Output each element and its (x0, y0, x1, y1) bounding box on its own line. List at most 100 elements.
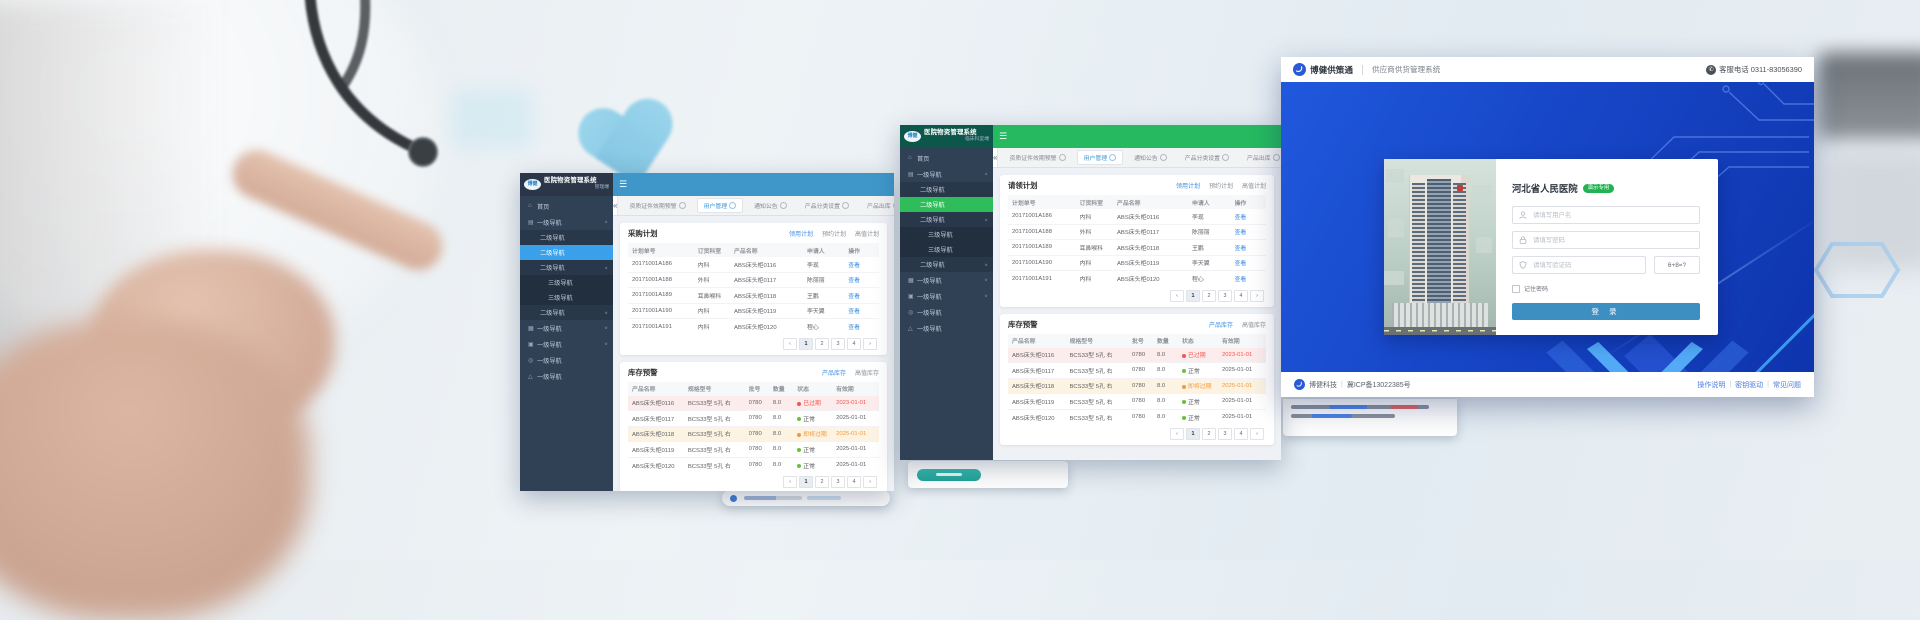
page-button[interactable]: 1 (1186, 290, 1200, 302)
sidebar-item[interactable]: ▤ 一级导航 ∧ (520, 214, 613, 230)
sidebar-item[interactable]: ▦ 一级导航 ∨ (520, 320, 613, 336)
view-link[interactable]: 查看 (848, 291, 875, 300)
captcha-question[interactable]: 6+8=? (1654, 256, 1700, 274)
view-link[interactable]: 查看 (1235, 243, 1263, 252)
footer-link[interactable]: 操作说明 (1697, 380, 1725, 390)
page-button[interactable]: 3 (831, 338, 845, 350)
sidebar-item[interactable]: △ 一级导航 (520, 368, 613, 384)
prev-page-button[interactable]: ‹ (1170, 428, 1184, 440)
plan-type-link[interactable]: 预约计划 (822, 229, 846, 238)
page-button[interactable]: 4 (1234, 428, 1248, 440)
next-page-button[interactable]: › (863, 476, 877, 488)
sidebar-item[interactable]: ▣ 一级导航 ∨ (900, 288, 993, 304)
tab[interactable]: 用户管理 (697, 198, 744, 213)
menu-toggle-icon[interactable]: ☰ (619, 180, 627, 189)
checkbox-icon[interactable] (1512, 285, 1520, 293)
login-button[interactable]: 登 录 (1512, 303, 1700, 320)
view-link[interactable]: 查看 (1235, 274, 1263, 283)
page-button[interactable]: 2 (815, 476, 829, 488)
tab[interactable]: 资质证件效期预警 (1002, 150, 1072, 165)
tab[interactable]: 产品出库 (1240, 150, 1281, 165)
page-button[interactable]: 4 (1234, 290, 1248, 302)
tab[interactable]: 产品出库 (860, 198, 894, 213)
sidebar-item[interactable]: 二级导航 ∧ (900, 212, 993, 227)
stock-type-link[interactable]: 高值库存 (855, 368, 879, 377)
next-page-button[interactable]: › (1250, 428, 1264, 440)
sidebar-item[interactable]: ⌂ 首页 (520, 198, 613, 214)
tab-close-icon[interactable] (729, 202, 736, 209)
tab-close-icon[interactable] (893, 202, 894, 209)
sidebar-item[interactable]: 二级导航 ∨ (900, 257, 993, 272)
view-link[interactable]: 查看 (1235, 212, 1263, 221)
sidebar-item[interactable]: ◎ 一级导航 (520, 352, 613, 368)
tab-close-icon[interactable] (1160, 154, 1167, 161)
sidebar-item[interactable]: ▣ 一级导航 ∨ (520, 336, 613, 352)
tab-close-icon[interactable] (780, 202, 787, 209)
remember-me[interactable]: 记住密码 (1512, 284, 1700, 293)
sidebar-item[interactable]: 二级导航 (900, 197, 993, 212)
stock-type-link[interactable]: 高值库存 (1242, 320, 1266, 329)
plan-type-link[interactable]: 领用计划 (1176, 181, 1200, 190)
next-page-button[interactable]: › (863, 338, 877, 350)
sidebar-item[interactable]: 三级导航 (900, 242, 993, 257)
tab-close-icon[interactable] (679, 202, 686, 209)
page-button[interactable]: 1 (799, 476, 813, 488)
page-button[interactable]: 1 (799, 338, 813, 350)
footer-link[interactable]: 常见问题 (1773, 380, 1801, 390)
sidebar-item[interactable]: 二级导航 ∧ (520, 260, 613, 275)
plan-type-link[interactable]: 领用计划 (789, 229, 813, 238)
prev-page-button[interactable]: ‹ (783, 476, 797, 488)
plan-type-link[interactable]: 高值计划 (1242, 181, 1266, 190)
prev-page-button[interactable]: ‹ (1170, 290, 1184, 302)
sidebar-item[interactable]: ⌂ 首页 (900, 150, 993, 166)
page-button[interactable]: 3 (1218, 290, 1232, 302)
page-button[interactable]: 4 (847, 338, 861, 350)
prev-page-button[interactable]: ‹ (783, 338, 797, 350)
sidebar-item[interactable]: 二级导航 (520, 230, 613, 245)
page-button[interactable]: 3 (1218, 428, 1232, 440)
page-button[interactable]: 2 (1202, 290, 1216, 302)
view-link[interactable]: 查看 (1235, 227, 1263, 236)
tab[interactable]: 资质证件效期预警 (622, 198, 692, 213)
username-input[interactable] (1531, 211, 1693, 220)
tab[interactable]: 用户管理 (1077, 150, 1124, 165)
page-button[interactable]: 2 (1202, 428, 1216, 440)
sidebar-item[interactable]: 二级导航 (900, 182, 993, 197)
footer-link[interactable]: 密钥驱动 (1735, 380, 1763, 390)
tab-close-icon[interactable] (1109, 154, 1116, 161)
next-page-button[interactable]: › (1250, 290, 1264, 302)
view-link[interactable]: 查看 (848, 306, 875, 315)
sidebar-item[interactable]: 三级导航 (520, 275, 613, 290)
tab[interactable]: 通知公告 (747, 198, 794, 213)
stock-type-link[interactable]: 产品库存 (1209, 320, 1233, 329)
sidebar-item[interactable]: 三级导航 (520, 290, 613, 305)
tab-close-icon[interactable] (842, 202, 849, 209)
plan-type-link[interactable]: 预约计划 (1209, 181, 1233, 190)
view-link[interactable]: 查看 (1235, 258, 1263, 267)
sidebar-item[interactable]: ◎ 一级导航 (900, 304, 993, 320)
password-input[interactable] (1531, 236, 1693, 245)
captcha-input[interactable] (1531, 261, 1639, 270)
sidebar-item[interactable]: 二级导航 (520, 245, 613, 260)
sidebar-item[interactable]: 三级导航 (900, 227, 993, 242)
stock-type-link[interactable]: 产品库存 (822, 368, 846, 377)
view-link[interactable]: 查看 (848, 260, 875, 269)
tab-close-icon[interactable] (1222, 154, 1229, 161)
tab-close-icon[interactable] (1059, 154, 1066, 161)
page-button[interactable]: 2 (815, 338, 829, 350)
sidebar-item[interactable]: ▤ 一级导航 ∧ (900, 166, 993, 182)
tab-close-icon[interactable] (1273, 154, 1280, 161)
page-button[interactable]: 3 (831, 476, 845, 488)
sidebar-item[interactable]: ▦ 一级导航 ∨ (900, 272, 993, 288)
page-button[interactable]: 4 (847, 476, 861, 488)
sidebar-item[interactable]: 二级导航 ∨ (520, 305, 613, 320)
menu-toggle-icon[interactable]: ☰ (999, 132, 1007, 141)
sidebar-item[interactable]: △ 一级导航 (900, 320, 993, 336)
tab[interactable]: 通知公告 (1127, 150, 1174, 165)
plan-type-link[interactable]: 高值计划 (855, 229, 879, 238)
view-link[interactable]: 查看 (848, 275, 875, 284)
view-link[interactable]: 查看 (848, 322, 875, 331)
tab[interactable]: 产品分类设置 (798, 198, 856, 213)
page-button[interactable]: 1 (1186, 428, 1200, 440)
tab[interactable]: 产品分类设置 (1178, 150, 1236, 165)
